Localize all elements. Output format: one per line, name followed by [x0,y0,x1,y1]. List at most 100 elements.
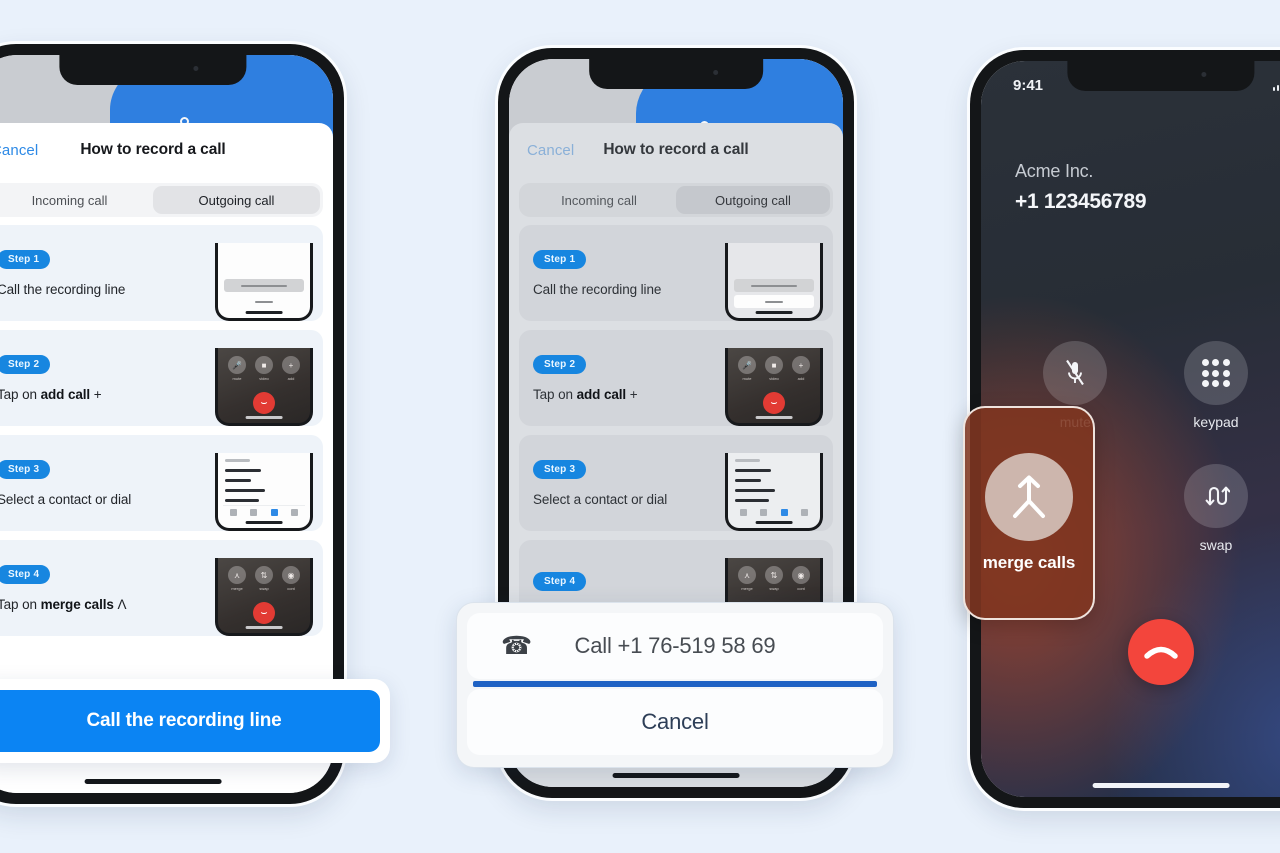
step-chip: Step 3 [0,459,51,479]
phone-3-caller-info: Acme Inc. HOLD +1 123456789 [1015,161,1280,214]
phone-2-step-card[interactable]: Step 1 Call the recording line [519,225,833,321]
step-text-main: Tap on [0,386,41,402]
step-chip: Step 4 [533,572,587,591]
caller-phone-number: +1 123456789 [1015,190,1147,213]
phone-1-segmented-control[interactable]: Incoming call Outgoing call [0,183,323,217]
cellular-signal-icon [1272,80,1280,91]
thumb-merge-icon: ⋏ [738,566,756,584]
phone-2-tab-incoming-call[interactable]: Incoming call [522,186,676,214]
phone-2-action-sheet: ☎ Call +1 76-519 58 69 Cancel [456,602,894,768]
keypad-icon [1183,341,1248,405]
phone-3-notch [1067,61,1255,91]
phone-1-home-indicator [84,779,222,784]
thumb-tab-favorites-icon [739,509,747,516]
front-camera-icon [1200,72,1206,77]
call-control-swap[interactable]: swap [1146,464,1280,553]
step-thumbnail-call-controls: 🎤 mute ■ video + add ⌣ [725,348,823,426]
merge-calls-callout[interactable]: merge calls [963,406,1095,620]
phone-1-cancel-button[interactable]: Cancel [0,142,38,159]
phone-2-step-card[interactable]: Step 2 Tap on add call + 🎤 mute ■ video + a… [519,330,833,426]
thumb-home-indicator [755,311,793,314]
thumb-end-call-icon: ⌣ [763,392,785,414]
step-text-bold: add call [576,386,627,402]
thumb-swap-icon: ⇅ [255,566,273,584]
action-sheet-cancel-row[interactable]: Cancel [467,689,883,755]
step-text-main: Select a contact or dial [533,491,668,507]
thumb-cancel-row [224,295,304,308]
step-text-suffix: + [626,386,638,402]
thumb-end-call-icon: ⌣ [253,602,275,624]
step-chip: Step 4 [0,564,51,584]
thumb-home-indicator [245,626,283,629]
phone-2-step-card[interactable]: Step 3 Select a contact or dial [519,435,833,531]
step-chip: Step 2 [533,354,587,374]
step-text-bold: add call [40,386,91,402]
thumb-contacts-icon: ◉ [792,566,810,584]
thumb-addcall-icon: + [792,356,810,374]
thumb-tab-contacts-icon [270,509,278,516]
step-thumbnail-call-controls: 🎤 mute ■ video + add ⌣ [215,348,313,426]
merge-calls-callout-label: merge calls [982,553,1076,572]
phone-1-tab-outgoing-call[interactable]: Outgoing call [153,186,320,214]
action-sheet-call-label: Call +1 76-519 58 69 [574,633,776,658]
phone-2-home-indicator [612,773,740,778]
thumb-home-indicator [245,416,283,419]
phone-2-cancel-button[interactable]: Cancel [527,142,574,159]
phone-1-step-card[interactable]: Step 4 Tap on merge calls Ʌ ⋏ merge ⇅ swap… [0,540,323,636]
step-text-suffix: Ʌ [113,596,127,612]
step-thumbnail-contacts-list [215,453,313,531]
call-the-recording-line-button[interactable]: Call the recording line [0,690,380,752]
phone-1-sheet-header: Cancel How to record a call [0,123,333,177]
step-text-main: Tap on [533,386,577,402]
merge-calls-icon [985,453,1073,541]
thumb-merge-icon: ⋏ [228,566,246,584]
phone-1-step-card[interactable]: Step 2 Tap on add call + 🎤 mute ■ video + a… [0,330,323,426]
phone-2-segmented-control[interactable]: Incoming call Outgoing call [519,183,833,217]
thumb-home-indicator [245,521,283,524]
step-thumbnail-contacts-list [725,453,823,531]
step-chip: Step 1 [0,249,51,269]
thumb-mute-icon: 🎤 [738,356,756,374]
thumb-tab-contacts-icon [780,509,788,516]
step-text-main: Tap on [0,596,41,612]
mic-muted-icon [1043,341,1108,405]
phone-2-tab-outgoing-call[interactable]: Outgoing call [676,186,830,214]
phone-1-sheet-title: How to record a call [80,141,226,158]
step-thumbnail-dialog-sheet [725,243,823,321]
step-chip: Step 2 [0,354,51,374]
thumb-option-row [224,279,304,292]
end-call-icon [1144,646,1178,659]
step-thumbnail-dialog-sheet [215,243,313,321]
caller-organization: Acme Inc. [1015,161,1094,181]
step-text-bold: merge calls [40,596,114,612]
thumb-addcall-icon: + [282,356,300,374]
status-bar-time: 9:41 [1013,77,1044,94]
thumb-tab-keypad-icon [291,509,299,516]
phone-1-tab-incoming-call[interactable]: Incoming call [0,186,153,214]
step-text-main: Call the recording line [0,281,126,297]
thumb-cancel-row [734,295,814,308]
call-control-keypad[interactable]: keypad [1146,341,1280,430]
end-call-button[interactable] [1128,619,1194,685]
thumb-tab-favorites-icon [229,509,237,516]
front-camera-icon [192,66,198,71]
swap-icon [1183,464,1248,528]
step-text-suffix: + [90,386,102,402]
phone-1-step-card[interactable]: Step 3 Select a contact or dial [0,435,323,531]
step-thumbnail-merge-controls: ⋏merge ⇅swap ◉cont ⌣ [215,558,313,636]
front-camera-icon [712,70,718,75]
phone-2-notch [589,59,763,89]
phone-1-step-card[interactable]: Step 1 Call the recording line [0,225,323,321]
action-sheet-progress-divider [473,681,877,687]
action-sheet-call-row[interactable]: ☎ Call +1 76-519 58 69 [467,613,883,679]
step-chip: Step 3 [533,459,587,479]
step-chip: Step 1 [533,249,587,269]
thumb-tab-keypad-icon [801,509,809,516]
thumb-tab-recents-icon [760,509,768,516]
phone-handset-icon: ☎ [501,632,533,660]
thumb-contacts-icon: ◉ [282,566,300,584]
thumb-home-indicator [755,521,793,524]
action-sheet-cancel-label: Cancel [641,709,709,734]
thumb-home-indicator [755,416,793,419]
phone-3-home-indicator [1092,783,1230,788]
